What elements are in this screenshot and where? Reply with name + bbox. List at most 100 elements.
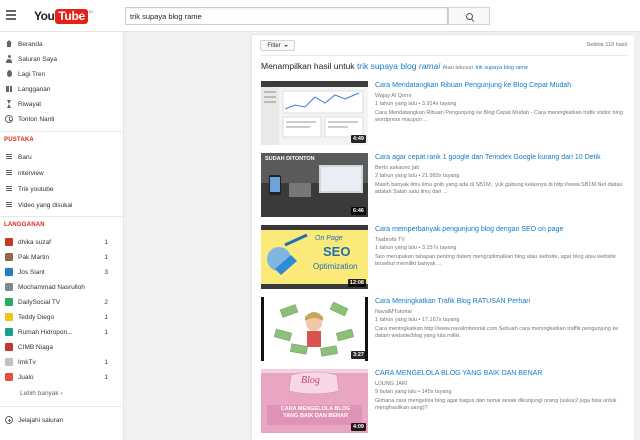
person-icon [5,55,13,63]
sidebar-item-trending[interactable]: Lagi Tren [0,68,124,80]
playlist-icon [5,153,13,161]
sidebar-item-label: Tonton Nanti [18,115,55,123]
subscription-name: Rumah Hidropon... [18,328,73,336]
sidebar-subscription[interactable]: Rumah Hidropon... 1 [0,326,124,338]
result-count: Sekitar 118 hasil [586,42,627,48]
thumbnail-text: SEO [323,244,351,259]
video-duration: 12:08 [347,279,366,287]
avatar [5,283,13,291]
sidebar-subscription[interactable]: Jos Siant 3 [0,266,124,278]
corrected-word: ramai [418,61,441,71]
avatar [5,373,13,381]
youtube-logo[interactable]: You Tube ID [34,8,93,24]
video-thumbnail[interactable]: 3:27 [261,297,368,361]
video-result: 4:49 Cara Mendatangkan Ribuan Pengunjung… [261,81,631,145]
sidebar-item-playlist[interactable]: interview [0,167,124,179]
video-result: On Page SEO Optimization 12:08 Cara memp… [261,225,631,289]
avatar [5,268,13,276]
subscription-name: DailySocial TV [18,298,61,306]
video-thumbnail[interactable]: Blog CARA MENGELOLA BLOG YANG BAIK DAN B… [261,369,368,433]
sidebar-subscription[interactable]: CIMB Niaga [0,341,124,353]
corrected-query-link[interactable]: trik supaya blog ramai [357,61,440,71]
channel-name[interactable]: UJUNG JARI [375,381,407,387]
page-scrollbar[interactable] [634,32,640,440]
sidebar-subscription[interactable]: Mochammad Nasrulloh [0,281,124,293]
video-duration: 6:46 [350,207,366,215]
video-meta: 1 tahun yang lalu • 17.167x tayang [375,317,460,323]
subscription-count: 1 [104,358,108,366]
subscription-count: 1 [104,238,108,246]
sidebar-subscription[interactable]: ImkTv 1 [0,356,124,368]
sidebar-item-watch-later[interactable]: Tonton Nanti [0,113,124,125]
channel-name[interactable]: NavalMTutorial [375,309,412,315]
video-result: 3:27 Cara Meningkatkan Trafik Blog RATUS… [261,297,631,361]
search-button[interactable] [448,7,490,25]
subscription-name: Pak Martin [18,253,50,261]
video-title[interactable]: CARA MENGELOLA BLOG YANG BAIK DAN BENAR [375,370,542,377]
video-thumbnail[interactable]: SUDAH DITONTON 6:46 [261,153,368,217]
thumbnail-text: Optimization [313,262,358,271]
avatar [5,238,13,246]
search-results: Filter Sekitar 118 hasil Menampilkan has… [251,34,635,440]
sidebar-divider [0,131,124,132]
subscription-name: CIMB Niaga [18,343,54,351]
sidebar-item-playlist[interactable]: Trik youtube [0,183,124,195]
search-input[interactable] [125,7,448,25]
subscription-name: dhika suzaf [18,238,51,246]
subscription-count: 2 [104,298,108,306]
sidebar-subscription[interactable]: dhika suzaf 1 [0,236,124,248]
sidebar-item-label: Video yang disukai [18,201,73,209]
video-meta: 9 bulan yang lalu • 145x tayang [375,389,452,395]
video-meta: 2 tahun yang lalu • 21.983x tayang [375,173,460,179]
channel-name[interactable]: Berto askaono jati [375,165,419,171]
video-thumbnail[interactable]: On Page SEO Optimization 12:08 [261,225,368,289]
subscription-count: 1 [104,373,108,381]
video-title[interactable]: Cara Mendatangkan Ribuan Pengunjung ke B… [375,82,571,89]
add-circle-icon [5,416,13,424]
sidebar-subscription[interactable]: Pak Martin 1 [0,251,124,263]
video-description: Gimana cara mengelola blog agar bagus da… [375,398,617,412]
original-query-link[interactable]: trik supaya blog rame [475,65,528,71]
flame-icon [5,70,13,78]
home-icon [5,40,13,48]
sidebar-subscription[interactable]: Jualo 1 [0,371,124,383]
guide-menu-icon[interactable] [6,10,16,20]
sidebar-item-label: Langganan [18,85,51,93]
playlist-icon [5,185,13,193]
sidebar-subscription[interactable]: DailySocial TV 2 [0,296,124,308]
subscription-count: 3 [104,268,108,276]
show-more-link[interactable]: Lebih banyak › [20,390,63,397]
sidebar-item-my-channel[interactable]: Saluran Saya [0,53,124,65]
corrected-query-part: trik supaya blog [356,61,417,71]
sidebar-item-history[interactable]: Riwayat [0,98,124,110]
masthead: You Tube ID [0,0,640,32]
video-title[interactable]: Cara agar cepat rank 1 google dan Terind… [375,154,601,161]
video-description: Cara meningkatkan http://www.navalmtutor… [375,326,619,340]
browse-channels-link[interactable]: Jelajahi saluran [0,414,124,426]
sidebar-subscription[interactable]: Teddy Diego 1 [0,311,124,323]
filter-label: Filter [267,42,281,49]
avatar [5,328,13,336]
video-thumbnail[interactable]: 4:49 [261,81,368,145]
sidebar-item-playlist[interactable]: Baru [0,151,124,163]
sidebar-item-label: Riwayat [18,100,42,108]
avatar [5,253,13,261]
avatar [5,313,13,321]
sidebar-item-liked-videos[interactable]: Video yang disukai [0,199,124,211]
subscription-count: 1 [104,253,108,261]
watched-label: SUDAH DITONTON [265,156,315,162]
sidebar-item-home[interactable]: Beranda [0,38,124,50]
sidebar-item-subscriptions[interactable]: Langganan [0,83,124,95]
channel-name[interactable]: Wajay Al Qorni [375,93,411,99]
results-divider [260,55,628,56]
logo-tube-text: Tube [55,8,88,24]
video-title[interactable]: Cara memperbanyak pengunjung blog dengan… [375,226,563,233]
playlist-icon [5,201,13,209]
video-title[interactable]: Cara Meningkatkan Trafik Blog RATUSAN Pe… [375,298,530,305]
channel-name[interactable]: Taabrofa TV [375,237,405,243]
avatar [5,358,13,366]
library-section-title: PUSTAKA [4,137,34,143]
video-duration: 4:09 [350,423,366,431]
filter-button[interactable]: Filter [260,40,295,51]
avatar [5,298,13,306]
